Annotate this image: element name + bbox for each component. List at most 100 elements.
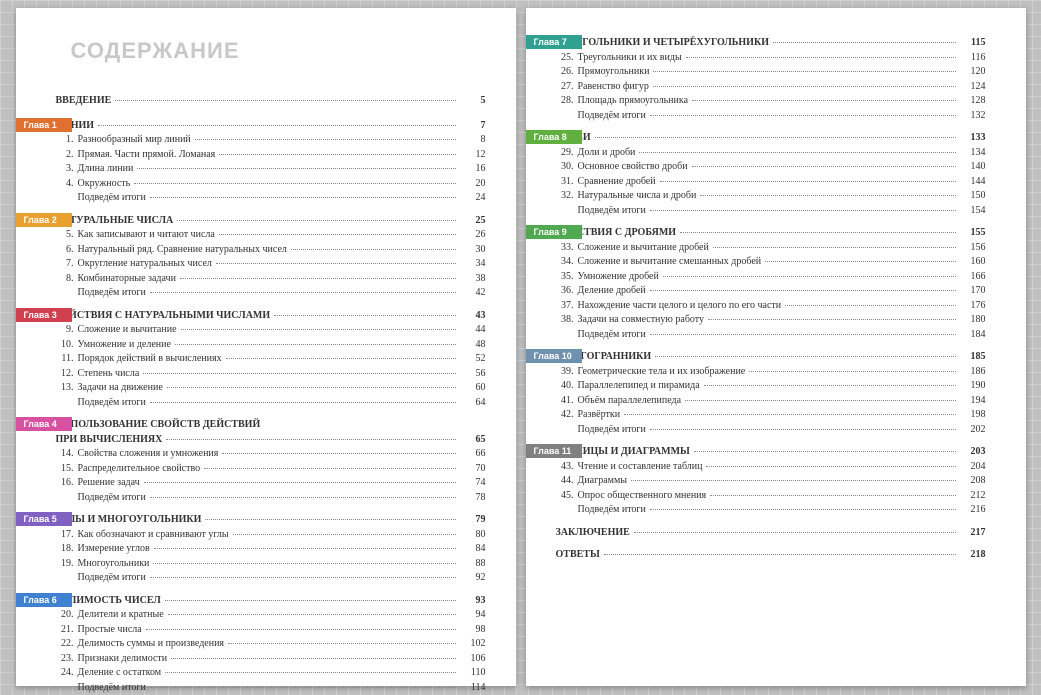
chapter-block: Глава 9ДЕЙСТВИЯ С ДРОБЯМИ15533.Сложение …: [556, 226, 986, 342]
item-text: ПРИ ВЫЧИСЛЕНИЯХ: [56, 433, 163, 448]
toc-row: ДЕЛИМОСТЬ ЧИСЕЛ93: [56, 594, 486, 609]
item-text: Чтение и составление таблиц: [578, 460, 703, 475]
chapter-block: Глава 3ДЕЙСТВИЯ С НАТУРАЛЬНЫМИ ЧИСЛАМИ43…: [56, 309, 486, 411]
chapter-block: Глава 6ДЕЛИМОСТЬ ЧИСЕЛ9320.Делители и кр…: [56, 594, 486, 695]
leader-dots: [154, 548, 456, 549]
item-number: 12.: [56, 367, 74, 382]
leader-dots: [663, 276, 956, 277]
toc-row: 26.Прямоугольники120: [556, 65, 986, 80]
leader-dots: [143, 373, 455, 374]
page-number: 176: [960, 299, 986, 314]
toc-row: ЛИНИИ7: [56, 119, 486, 134]
item-text: Измерение углов: [78, 542, 150, 557]
toc-row: 23.Признаки делимости106: [56, 652, 486, 667]
leader-dots: [710, 495, 955, 496]
item-number: 27.: [556, 80, 574, 95]
toc-row: 32.Натуральные числа и дроби150: [556, 189, 986, 204]
item-text: Умножение и деление: [78, 338, 171, 353]
page-number: 102: [460, 637, 486, 652]
toc-row: 4.Окружность20: [56, 177, 486, 192]
leader-dots: [150, 497, 456, 498]
page-number: 56: [460, 367, 486, 382]
item-number: 21.: [56, 623, 74, 638]
chapter-title: ИСПОЛЬЗОВАНИЕ СВОЙСТВ ДЕЙСТВИЙ: [56, 418, 261, 433]
leader-dots: [685, 400, 955, 401]
toc-row: МНОГОГРАННИКИ185: [556, 350, 986, 365]
item-text: Деление дробей: [578, 284, 646, 299]
leader-dots: [291, 249, 456, 250]
leader-dots: [274, 315, 455, 316]
item-text: Опрос общественного мнения: [578, 489, 707, 504]
page-number: 150: [960, 189, 986, 204]
page-number: 204: [960, 460, 986, 475]
item-text: Сравнение дробей: [578, 175, 656, 190]
item-text: ВВЕДЕНИЕ: [56, 94, 112, 109]
item-text: Окружность: [78, 177, 131, 192]
item-text: Степень числа: [78, 367, 140, 382]
page-number: 44: [460, 323, 486, 338]
item-number: 10.: [56, 338, 74, 353]
toc-row: 19.Многоугольники88: [56, 557, 486, 572]
item-text: Умножение дробей: [578, 270, 659, 285]
toc-row: 43.Чтение и составление таблиц204: [556, 460, 986, 475]
item-text: Доли и дроби: [578, 146, 636, 161]
item-text: Сложение и вычитание: [78, 323, 177, 338]
chapter-title-row: ИСПОЛЬЗОВАНИЕ СВОЙСТВ ДЕЙСТВИЙ: [56, 418, 486, 433]
leader-dots: [226, 358, 456, 359]
toc-row: Подведём итоги184: [556, 328, 986, 343]
toc-row: ПРИ ВЫЧИСЛЕНИЯХ65: [56, 433, 486, 448]
leader-dots: [749, 371, 955, 372]
page-number: 42: [460, 286, 486, 301]
leader-dots: [228, 643, 455, 644]
toc-row: 45.Опрос общественного мнения212: [556, 489, 986, 504]
item-number: 35.: [556, 270, 574, 285]
page-number: 124: [960, 80, 986, 95]
leader-dots: [650, 334, 956, 335]
chapter-block: Глава 8ДРОБИ13329.Доли и дроби13430.Осно…: [556, 131, 986, 218]
page-number: 38: [460, 272, 486, 287]
leader-dots: [650, 210, 956, 211]
page-number: 26: [460, 228, 486, 243]
item-number: 1.: [56, 133, 74, 148]
toc-row: 20.Делители и кратные94: [56, 608, 486, 623]
item-number: 38.: [556, 313, 574, 328]
item-number: 8.: [56, 272, 74, 287]
page-number: 24: [460, 191, 486, 206]
item-number: 22.: [56, 637, 74, 652]
leader-dots: [655, 356, 955, 357]
page-number: 198: [960, 408, 986, 423]
page-number: 12: [460, 148, 486, 163]
item-text: Свойства сложения и умножения: [78, 447, 219, 462]
page-number: 79: [460, 513, 486, 528]
leader-dots: [150, 292, 456, 293]
leader-dots: [773, 42, 956, 43]
page-number: 217: [960, 526, 986, 541]
page-number: 34: [460, 257, 486, 272]
toc-row: 44.Диаграммы208: [556, 474, 986, 489]
toc-row: 13.Задачи на движение60: [56, 381, 486, 396]
item-number: 40.: [556, 379, 574, 394]
chapter-tab: Глава 8: [526, 130, 582, 144]
item-number: 24.: [56, 666, 74, 681]
item-text: Как обозначают и сравнивают углы: [78, 528, 229, 543]
page-number: 78: [460, 491, 486, 506]
item-text: ТРЕУГОЛЬНИКИ И ЧЕТЫРЁХУГОЛЬНИКИ: [556, 36, 770, 51]
item-text: Подведём итоги: [578, 328, 646, 343]
chapter-tab: Глава 2: [16, 213, 72, 227]
item-text: Сложение и вычитание смешанных дробей: [578, 255, 762, 270]
page-number: 88: [460, 557, 486, 572]
leader-dots: [180, 278, 456, 279]
chapter-tab: Глава 6: [16, 593, 72, 607]
page-number: 66: [460, 447, 486, 462]
item-text: Диаграммы: [578, 474, 628, 489]
item-text: Разнообразный мир линий: [78, 133, 191, 148]
toc-row: 41.Объём параллелепипеда194: [556, 394, 986, 409]
toc-row: Подведём итоги154: [556, 204, 986, 219]
toc-row: 37.Нахождение части целого и целого по е…: [556, 299, 986, 314]
item-number: 23.: [56, 652, 74, 667]
toc-row: ТРЕУГОЛЬНИКИ И ЧЕТЫРЁХУГОЛЬНИКИ115: [556, 36, 986, 51]
page-number: 20: [460, 177, 486, 192]
leader-dots: [219, 154, 455, 155]
toc-row: 6.Натуральный ряд. Сравнение натуральных…: [56, 243, 486, 258]
page-number: 74: [460, 476, 486, 491]
